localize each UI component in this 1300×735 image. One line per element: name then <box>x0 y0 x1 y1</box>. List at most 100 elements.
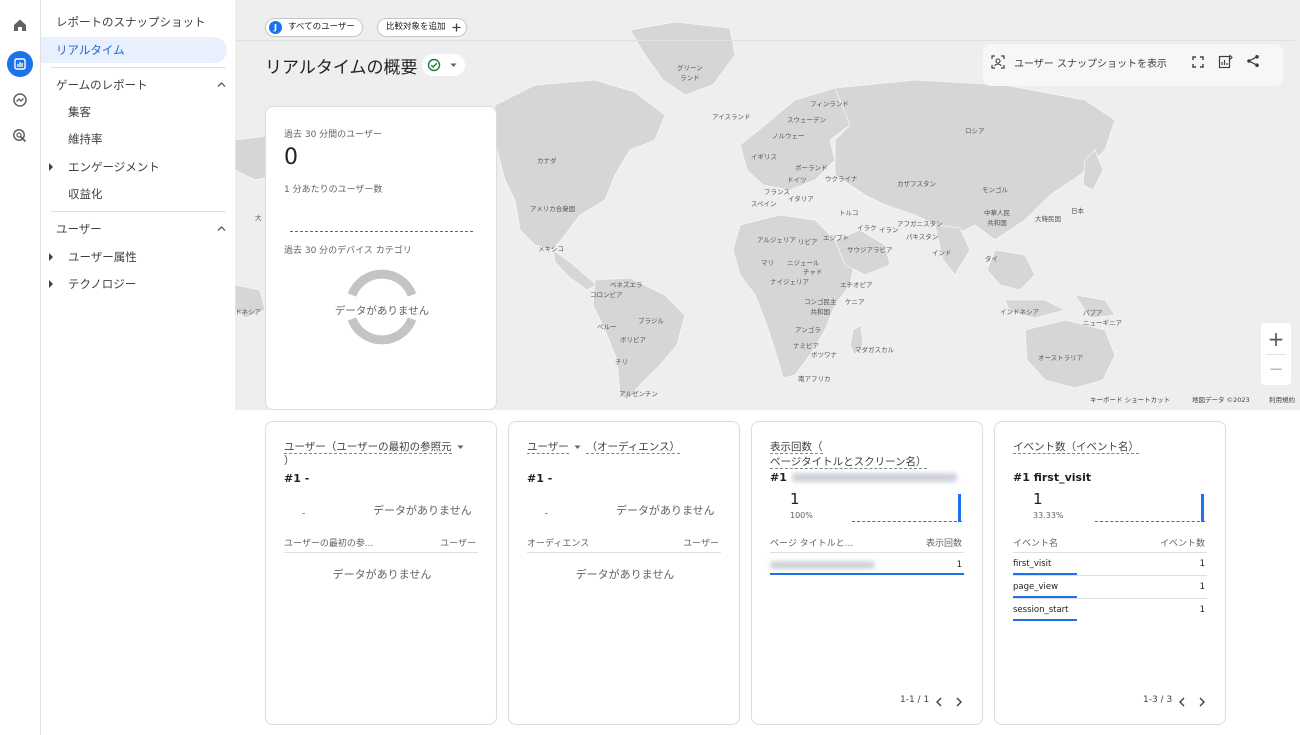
table-divider <box>527 552 721 553</box>
check-circle-icon <box>427 58 441 72</box>
device-no-data: データがありません <box>334 305 430 317</box>
nav-item-monetization[interactable]: 収益化 <box>68 181 103 207</box>
nav-item-realtime[interactable]: リアルタイム <box>41 37 227 63</box>
map-label: インド <box>932 249 952 257</box>
chevron-right-icon[interactable] <box>955 697 963 707</box>
explore-icon[interactable] <box>7 87 33 113</box>
map-label: アルゼンチン <box>619 390 658 398</box>
table-no-data: データがありません <box>575 568 675 581</box>
table-no-data: データがありません <box>332 568 432 581</box>
metric-value: 1 <box>1033 490 1043 508</box>
status-dropdown[interactable] <box>422 54 465 76</box>
map-label: ノルウェー <box>772 132 805 140</box>
event-name: page_view <box>1013 582 1059 592</box>
column-header[interactable]: ページ タイトルと... <box>770 536 853 549</box>
map-label: メキシコ <box>538 245 564 253</box>
nav-item-engagement[interactable]: エンゲージメント <box>41 154 231 180</box>
map-label: ボリビア <box>620 336 646 344</box>
header-divider <box>235 40 1295 41</box>
map-label: ドネシア <box>235 308 261 316</box>
customize-report-icon[interactable] <box>1218 54 1233 69</box>
event-name: first_visit <box>1013 559 1052 569</box>
chevron-right-icon[interactable] <box>1198 697 1206 707</box>
add-comparison-button[interactable]: 比較対象を追加 <box>377 18 467 37</box>
map-label: アフガニスタン <box>897 220 943 228</box>
nav-section-label: ゲームのレポート <box>56 78 148 92</box>
map-label: イラク <box>857 224 877 232</box>
map-label: 大 <box>255 214 262 222</box>
map-label: エジプト <box>823 234 849 242</box>
zoom-in-button[interactable]: + <box>1261 325 1291 353</box>
chevron-up-icon <box>217 226 226 231</box>
map-label: イギリス <box>751 153 777 161</box>
map-label: アルジェリア <box>757 236 796 244</box>
chevron-left-icon[interactable] <box>1178 697 1186 707</box>
users-per-minute-chart <box>290 231 473 232</box>
column-header[interactable]: イベント名 <box>1013 536 1058 549</box>
chevron-up-icon <box>217 82 226 87</box>
map-label: マダガスカル <box>855 346 894 354</box>
nav-item-acquisition[interactable]: 集客 <box>68 99 91 125</box>
nav-item-user-attributes[interactable]: ユーザー属性 <box>41 244 231 270</box>
map-label: サウジアラビア <box>847 246 893 254</box>
nav-section-user[interactable]: ユーザー <box>56 216 226 242</box>
card-title[interactable]: ユーザー （オーディエンス） <box>527 440 737 454</box>
table-divider <box>1013 575 1207 576</box>
card-title[interactable]: 表示回数（ <box>770 440 823 454</box>
column-header[interactable]: ユーザー <box>440 536 476 549</box>
user-snapshot-button[interactable]: ユーザー スナップショットを表示 <box>1014 55 1167 70</box>
nav-item-snapshot[interactable]: レポートのスナップショット <box>56 9 206 35</box>
chevron-down-icon <box>450 63 457 67</box>
column-header[interactable]: イベント数 <box>1160 536 1205 549</box>
card-title[interactable]: ユーザー（ユーザーの最初の参照元 <box>284 440 484 454</box>
map-label: スウェーデン <box>787 116 826 124</box>
fullscreen-icon[interactable] <box>1192 56 1204 68</box>
users-30min-value: 0 <box>284 145 298 170</box>
users-by-first-source-card: ユーザー（ユーザーの最初の参照元 ） #1 - データがありません ユーザーの最… <box>265 421 497 725</box>
mini-chart <box>302 513 305 514</box>
map-label: 南アフリカ <box>798 375 831 383</box>
map-label: スペイン <box>751 200 777 208</box>
reports-icon[interactable] <box>7 51 33 77</box>
card-title[interactable]: イベント数（イベント名） <box>1013 440 1139 454</box>
users-30min-label: 過去 30 分間のユーザー <box>284 130 382 140</box>
metric-percent: 100% <box>790 511 813 520</box>
column-header[interactable]: ユーザーの最初の参... <box>284 536 373 549</box>
column-header[interactable]: ユーザー <box>683 536 719 549</box>
column-header[interactable]: オーディエンス <box>527 536 589 549</box>
no-data-text: データがありません <box>616 504 715 517</box>
nav-item-retention[interactable]: 維持率 <box>68 126 103 152</box>
map-label: ボツワナ <box>811 351 837 359</box>
event-count-card: イベント数（イベント名） #1 first_visit 1 33.33% イベン… <box>994 421 1226 725</box>
advertising-icon[interactable] <box>7 123 33 149</box>
event-value: 1 <box>1199 582 1205 592</box>
nav-item-technology[interactable]: テクノロジー <box>41 271 231 297</box>
metric-percent: 33.33% <box>1033 511 1064 520</box>
zoom-divider <box>1266 354 1286 355</box>
map-label: 中華人民 共和国 <box>984 209 1010 227</box>
event-value: 1 <box>1199 559 1205 569</box>
map-data-credit: 地図データ ©2023 <box>1192 396 1250 404</box>
user-snapshot-icon <box>991 55 1005 69</box>
segment-chip-all-users[interactable]: J すべてのユーザー <box>265 18 363 37</box>
users-per-minute-label: 1 分あたりのユーザー数 <box>284 185 383 195</box>
segment-label: すべてのユーザー <box>288 22 355 32</box>
map-label: オーストラリア <box>1038 354 1084 362</box>
terms-link[interactable]: 利用規約 <box>1269 394 1295 404</box>
map-label: ブラジル <box>638 317 664 325</box>
device-category-label: 過去 30 分のデバイス カテゴリ <box>284 246 412 256</box>
map-label: カザフスタン <box>897 180 936 188</box>
dropdown-caret-icon <box>574 445 581 449</box>
map-label: フィンランド <box>810 100 849 108</box>
zoom-out-button[interactable]: − <box>1261 356 1291 384</box>
home-icon[interactable] <box>7 12 33 38</box>
nav-section-game-reports[interactable]: ゲームのレポート <box>56 72 226 98</box>
share-icon[interactable] <box>1246 54 1260 68</box>
keyboard-shortcuts-link[interactable]: キーボード ショートカット <box>1090 394 1170 404</box>
chevron-left-icon[interactable] <box>935 697 943 707</box>
column-header[interactable]: 表示回数 <box>926 536 962 549</box>
map-label: カナダ <box>537 157 557 165</box>
map-label: ドイツ <box>787 176 807 184</box>
map-label: ペルー <box>597 323 617 331</box>
map-label: パプア ニューギニア <box>1083 309 1122 327</box>
